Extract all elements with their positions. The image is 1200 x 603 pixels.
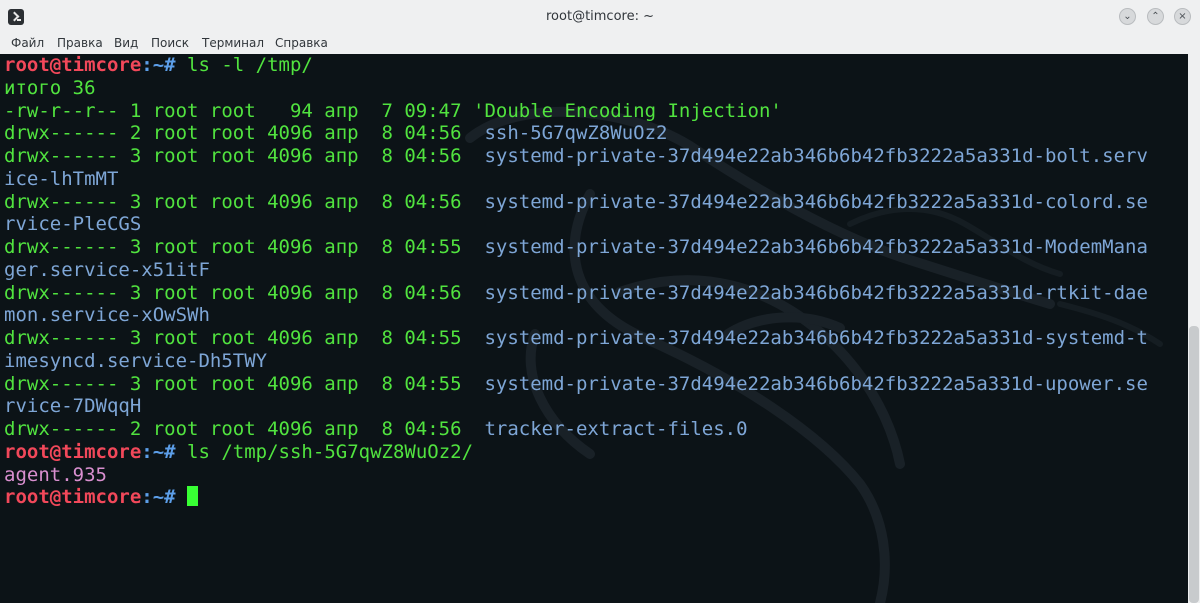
output-text: ice-lhTmMT xyxy=(4,167,119,190)
output-text: итого 36 xyxy=(4,76,96,99)
file-name: systemd-private-37d494e22ab346b6b42fb322… xyxy=(484,190,1148,213)
terminal-line: root@timcore:~# ls /tmp/ssh-5G7qwZ8WuOz2… xyxy=(4,441,1148,464)
close-icon: × xyxy=(1178,11,1187,22)
terminal-lines: root@timcore:~# ls -l /tmp/итого 36 -rw-r… xyxy=(4,54,1148,509)
terminal-line: drwx------ 2 root root 4096 апр 8 04:56 … xyxy=(4,122,1148,145)
prompt-path: :~# xyxy=(141,486,188,509)
terminal-line: mon.service-xOwSWh xyxy=(4,304,1148,327)
terminal-line: drwx------ 2 root root 4096 апр 8 04:56 … xyxy=(4,418,1148,441)
output-text: imesyncd.service-Dh5TWY xyxy=(4,349,268,372)
file-permissions: drwx------ 3 root root 4096 апр 8 04:55 xyxy=(4,327,485,349)
terminal-line: итого 36 xyxy=(4,77,1148,100)
terminal-line: drwx------ 3 root root 4096 апр 8 04:56 … xyxy=(4,145,1148,168)
minimize-button[interactable]: ⌄ xyxy=(1119,8,1136,25)
file-name: systemd-private-37d494e22ab346b6b42fb322… xyxy=(484,327,1148,349)
scrollbar-thumb[interactable] xyxy=(1189,326,1199,603)
maximize-icon: ⌃ xyxy=(1151,11,1160,22)
terminal-line: agent.935 xyxy=(4,464,1148,487)
file-permissions: drwx------ 3 root root 4096 апр 8 04:56 xyxy=(4,281,485,304)
terminal-line: rvice-7DWqqH xyxy=(4,395,1148,418)
file-name: systemd-private-37d494e22ab346b6b42fb322… xyxy=(484,372,1148,395)
close-button[interactable]: × xyxy=(1174,8,1191,25)
prompt-path: :~# xyxy=(141,440,188,463)
terminal-line: imesyncd.service-Dh5TWY xyxy=(4,350,1148,373)
prompt-user: root@timcore xyxy=(4,486,142,509)
minimize-icon: ⌄ xyxy=(1123,11,1132,22)
terminal-line: drwx------ 3 root root 4096 апр 8 04:55 … xyxy=(4,373,1148,396)
file-name: ssh-5G7qwZ8WuOz2 xyxy=(484,122,668,145)
terminal-line: root@timcore:~# xyxy=(4,486,1148,509)
terminal-line: drwx------ 3 root root 4096 апр 8 04:55 … xyxy=(4,327,1148,350)
terminal-line: drwx------ 3 root root 4096 апр 8 04:55 … xyxy=(4,236,1148,259)
prompt-user: root@timcore xyxy=(4,54,142,76)
menu-search[interactable]: Поиск xyxy=(151,34,189,54)
terminal-scrollbar[interactable] xyxy=(1188,54,1200,603)
window-titlebar[interactable]: root@timcore: ~ ⌄ ⌃ × xyxy=(0,0,1200,35)
terminal-line: ger.service-x51itF xyxy=(4,259,1148,282)
menu-bar: Файл Правка Вид Поиск Терминал Справка xyxy=(0,34,1200,54)
command-text: ls -l /tmp/ xyxy=(187,54,313,76)
menu-view[interactable]: Вид xyxy=(114,34,138,54)
file-name: systemd-private-37d494e22ab346b6b42fb322… xyxy=(484,236,1148,258)
output-text: agent.935 xyxy=(4,463,107,486)
menu-file[interactable]: Файл xyxy=(11,34,44,54)
terminal-line: root@timcore:~# ls -l /tmp/ xyxy=(4,54,1148,77)
file-name: tracker-extract-files.0 xyxy=(484,418,748,440)
file-name: systemd-private-37d494e22ab346b6b42fb322… xyxy=(484,281,1148,304)
text-cursor xyxy=(187,486,199,507)
terminal-output[interactable]: root@timcore:~# ls -l /tmp/итого 36 -rw-r… xyxy=(0,54,1188,603)
menu-terminal[interactable]: Терминал xyxy=(202,34,264,54)
output-text: mon.service-xOwSWh xyxy=(4,304,210,327)
terminal-line: drwx------ 3 root root 4096 апр 8 04:56 … xyxy=(4,191,1148,214)
file-permissions: drwx------ 3 root root 4096 апр 8 04:55 xyxy=(4,372,485,395)
terminal-line: drwx------ 3 root root 4096 апр 8 04:56 … xyxy=(4,282,1148,305)
file-name: systemd-private-37d494e22ab346b6b42fb322… xyxy=(484,145,1148,167)
file-name: 'Double Encoding Injection' xyxy=(473,99,782,122)
terminal-line: ice-lhTmMT xyxy=(4,168,1148,191)
file-permissions: drwx------ 3 root root 4096 апр 8 04:56 xyxy=(4,145,485,167)
command-text: ls /tmp/ssh-5G7qwZ8WuOz2/ xyxy=(187,440,474,463)
terminal-line: rvice-PleCGS xyxy=(4,213,1148,236)
prompt-path: :~# xyxy=(141,54,188,76)
file-permissions: drwx------ 3 root root 4096 апр 8 04:55 xyxy=(4,236,485,258)
prompt-user: root@timcore xyxy=(4,440,142,463)
maximize-button[interactable]: ⌃ xyxy=(1147,8,1164,25)
window-title: root@timcore: ~ xyxy=(546,9,654,24)
file-permissions: -rw-r--r-- 1 root root 94 апр 7 09:47 xyxy=(4,99,473,122)
terminal-line: -rw-r--r-- 1 root root 94 апр 7 09:47 'D… xyxy=(4,100,1148,123)
file-permissions: drwx------ 3 root root 4096 апр 8 04:56 xyxy=(4,190,485,213)
output-text: rvice-PleCGS xyxy=(4,213,142,236)
file-permissions: drwx------ 2 root root 4096 апр 8 04:56 xyxy=(4,418,485,440)
menu-edit[interactable]: Правка xyxy=(57,34,103,54)
menu-help[interactable]: Справка xyxy=(275,34,328,54)
output-text: ger.service-x51itF xyxy=(4,258,210,281)
file-permissions: drwx------ 2 root root 4096 апр 8 04:56 xyxy=(4,122,485,145)
output-text: rvice-7DWqqH xyxy=(4,395,142,418)
